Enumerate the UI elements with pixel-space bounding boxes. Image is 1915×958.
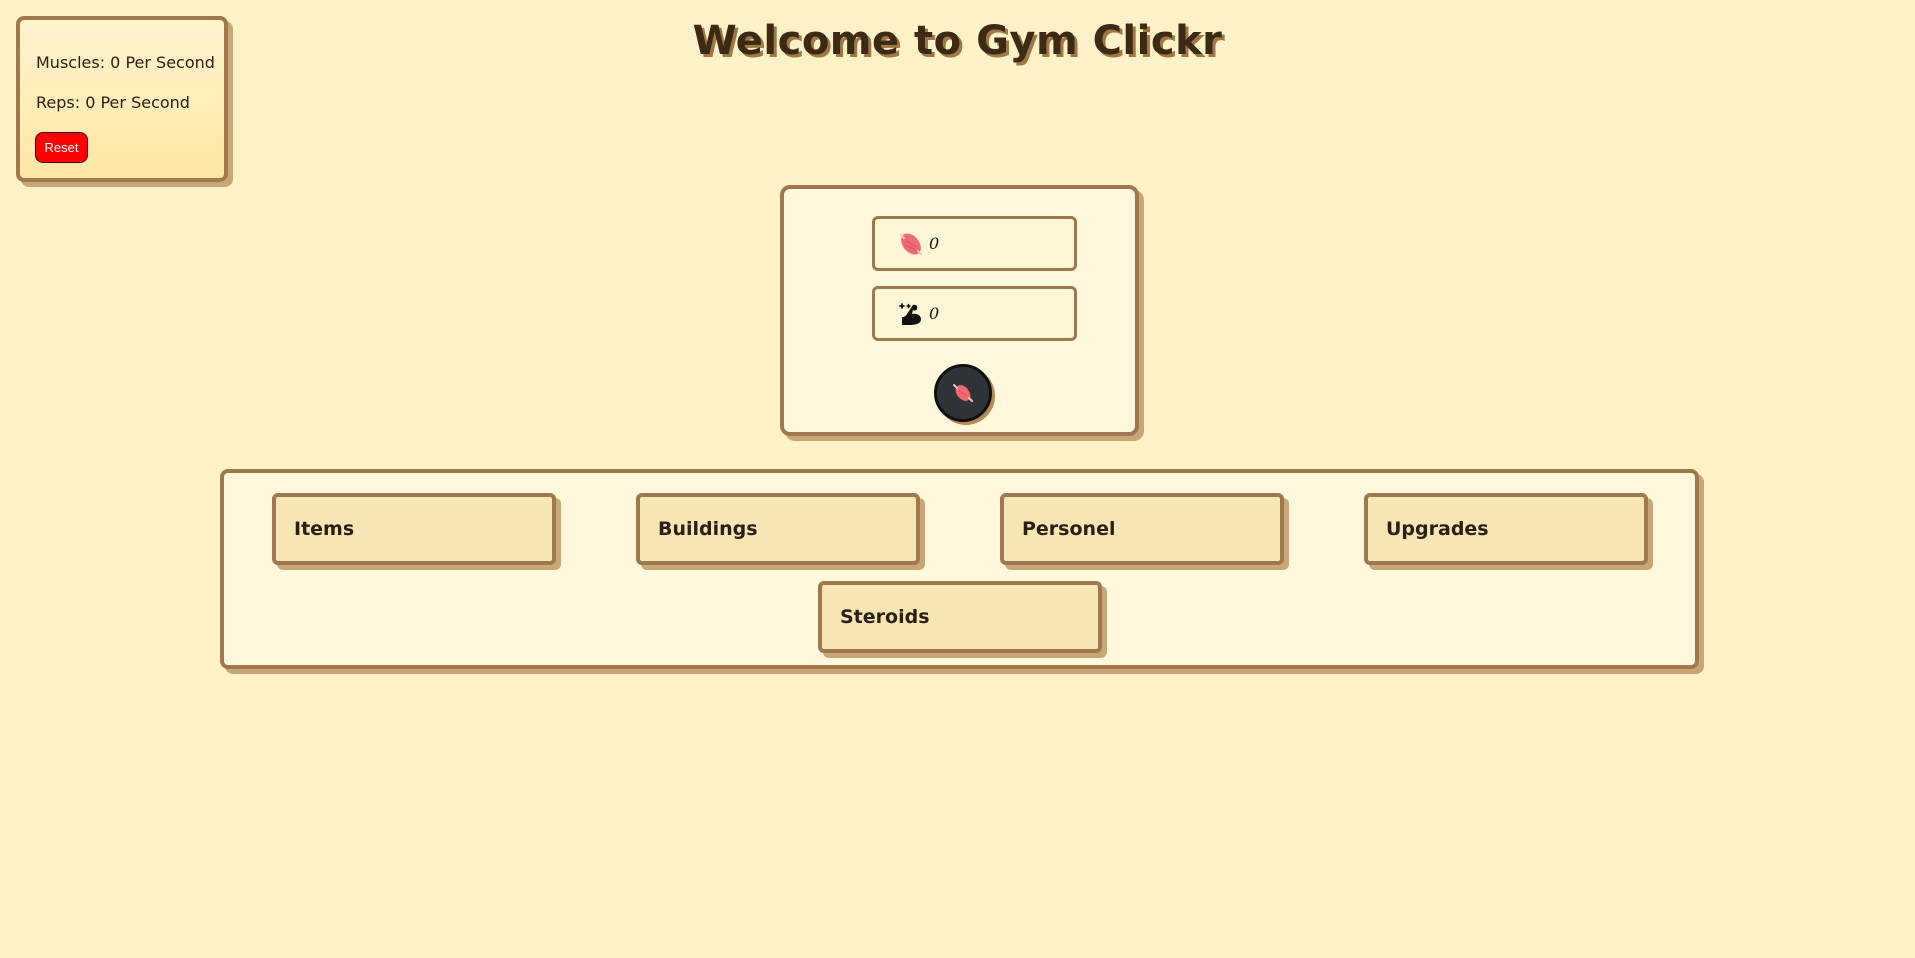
tab-items[interactable]: Items — [272, 493, 556, 565]
reps-per-second-label: Reps: 0 Per Second — [36, 93, 190, 112]
reps-count: 0 — [929, 304, 940, 323]
flexed-arm-icon — [897, 300, 925, 328]
counter-panel: 0 0 — [780, 185, 1139, 436]
reps-counter: 0 — [872, 286, 1077, 341]
muscle-icon — [897, 230, 925, 258]
page-title: Welcome to Gym Clickr — [692, 18, 1223, 64]
reset-button[interactable]: Reset — [35, 132, 88, 163]
muscle-click-button[interactable] — [934, 364, 992, 422]
tab-buildings[interactable]: Buildings — [636, 493, 920, 565]
muscle-count: 0 — [929, 234, 940, 253]
tab-steroids[interactable]: Steroids — [818, 581, 1102, 653]
tab-upgrades[interactable]: Upgrades — [1364, 493, 1648, 565]
muscle-icon — [951, 381, 975, 405]
tab-personel[interactable]: Personel — [1000, 493, 1284, 565]
muscle-counter: 0 — [872, 216, 1077, 271]
shop-panel: Items Buildings Personel Upgrades Steroi… — [220, 469, 1699, 669]
